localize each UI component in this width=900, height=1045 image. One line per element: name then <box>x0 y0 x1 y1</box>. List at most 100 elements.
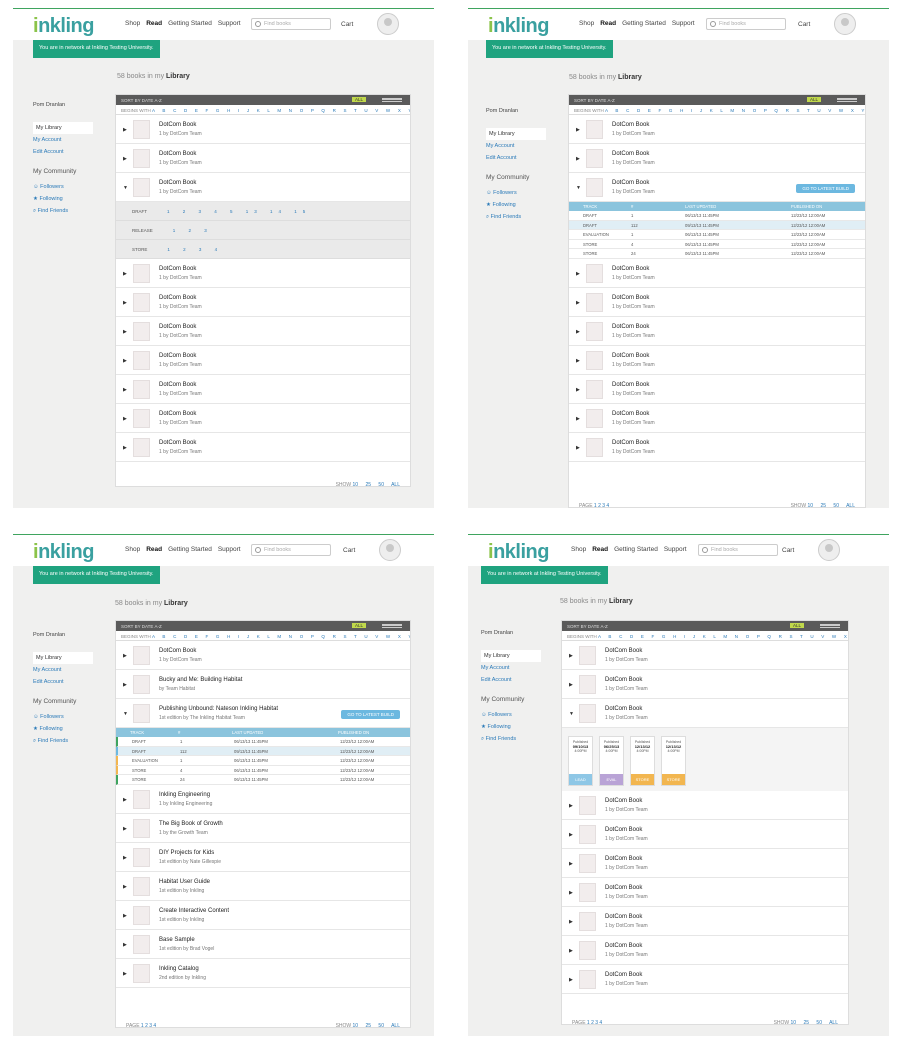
nav-link-getting-started[interactable]: Getting Started <box>614 546 658 553</box>
table-row[interactable]: DRAFT 112 09/13/13 11:45PM 12/23/12 12:00AM <box>116 746 410 756</box>
inkling-logo[interactable]: inkling <box>488 541 549 564</box>
book-title[interactable]: DotCom Book <box>612 411 649 417</box>
book-row[interactable]: ▶ DotCom Book 1 by DotCom Team <box>569 115 865 144</box>
nav-link-getting-started[interactable]: Getting Started <box>168 546 212 553</box>
user-avatar[interactable] <box>834 13 856 35</box>
sidebar-item-my-account[interactable]: My Account <box>481 662 541 674</box>
expand-arrow-icon[interactable]: ▶ <box>569 861 573 867</box>
community-link-find-friends[interactable]: ⌕ Find Friends <box>33 205 93 218</box>
expand-arrow-icon[interactable]: ▶ <box>576 358 580 364</box>
book-title[interactable]: DotCom Book <box>612 122 649 128</box>
expand-arrow-icon[interactable]: ▶ <box>123 971 127 977</box>
sidebar-item-my-library[interactable]: My Library <box>33 122 93 134</box>
nav-link-read[interactable]: Read <box>600 20 616 27</box>
book-row[interactable]: ▶ DotCom Book 1 by DotCom Team <box>562 670 848 699</box>
book-title[interactable]: The Big Book of Growth <box>159 821 223 827</box>
book-title[interactable]: DotCom Book <box>605 885 642 891</box>
book-row[interactable]: ▼ Publishing Unbound: Nateson Inkling Hab… <box>116 699 410 728</box>
sidebar-item-my-library[interactable]: My Library <box>481 650 541 662</box>
sidebar-item-edit-account[interactable]: Edit Account <box>481 674 541 686</box>
community-link-followers[interactable]: ☺ Followers <box>33 711 93 723</box>
cart-link[interactable]: Cart <box>341 21 353 28</box>
book-row[interactable]: ▶ DotCom Book 1 by DotCom Team <box>569 317 865 346</box>
page-size-options[interactable]: 10 25 50 ALL <box>808 503 855 508</box>
community-link-following[interactable]: ★ Following <box>33 723 93 735</box>
filter-toggle[interactable]: ALL <box>789 623 804 628</box>
expand-arrow-icon[interactable]: ▶ <box>576 271 580 277</box>
expand-arrow-icon[interactable]: ▶ <box>576 416 580 422</box>
table-row[interactable]: DRAFT 1 06/13/13 11:45PM 12/23/12 12:00AM <box>569 211 865 221</box>
book-row[interactable]: ▶ DotCom Book 1 by DotCom Team <box>116 641 410 670</box>
view-toggle-icon[interactable] <box>382 624 402 628</box>
expand-arrow-icon[interactable]: ▶ <box>576 387 580 393</box>
book-row[interactable]: ▶ DotCom Book 1 by DotCom Team <box>569 375 865 404</box>
book-title[interactable]: DotCom Book <box>612 440 649 446</box>
community-link-followers[interactable]: ☺ Followers <box>33 181 93 193</box>
expand-arrow-icon[interactable]: ▶ <box>123 855 127 861</box>
sort-az[interactable]: A-Z <box>607 98 614 103</box>
collapse-arrow-icon[interactable]: ▼ <box>123 711 128 717</box>
community-link-find-friends[interactable]: ⌕ Find Friends <box>33 735 93 748</box>
sort-az[interactable]: A-Z <box>154 98 161 103</box>
collapse-arrow-icon[interactable]: ▼ <box>569 711 574 717</box>
filter-toggle[interactable]: ALL <box>351 623 366 628</box>
book-title[interactable]: DotCom Book <box>605 798 642 804</box>
sort-date[interactable]: DATE <box>588 624 601 629</box>
book-title[interactable]: DotCom Book <box>612 324 649 330</box>
go-to-latest-build-button[interactable]: GO TO LATEST BUILD <box>341 710 400 719</box>
alpha-letters[interactable]: A B C D E F G H I J K L M N O P Q R S T … <box>152 108 410 113</box>
track-builds[interactable]: 1 2 3 4 5 13 14 15 <box>167 209 311 214</box>
nav-link-read[interactable]: Read <box>146 20 162 27</box>
table-row[interactable]: STORE 24 06/13/13 11:45PM 12/23/12 12:00AM <box>569 249 865 259</box>
view-toggle-icon[interactable] <box>382 98 402 102</box>
book-row[interactable]: ▶ DotCom Book 1 by DotCom Team <box>562 907 848 936</box>
table-row[interactable]: EVALUATION 1 06/13/13 11:45PM 12/23/12 12:0… <box>116 756 410 766</box>
nav-link-read[interactable]: Read <box>146 546 162 553</box>
book-title[interactable]: DotCom Book <box>605 943 642 949</box>
book-row[interactable]: ▶ DotCom Book 1 by DotCom Team <box>116 404 410 433</box>
book-row[interactable]: ▶ Habitat User Guide 1st edition by Inklin… <box>116 872 410 901</box>
cart-link[interactable]: Cart <box>782 547 794 554</box>
sidebar-item-my-account[interactable]: My Account <box>33 134 93 146</box>
community-link-followers[interactable]: ☺ Followers <box>481 709 541 721</box>
expand-arrow-icon[interactable]: ▶ <box>123 653 127 659</box>
book-title[interactable]: Create Interactive Content <box>159 908 229 914</box>
book-title[interactable]: Bucky and Me: Building Habitat <box>159 677 242 683</box>
book-row[interactable]: ▶ DotCom Book 1 by DotCom Team <box>562 820 848 849</box>
sidebar-item-my-account[interactable]: My Account <box>486 140 546 152</box>
book-row[interactable]: ▶ DotCom Book 1 by DotCom Team <box>569 144 865 173</box>
book-row[interactable]: ▶ DotCom Book 1 by DotCom Team <box>116 317 410 346</box>
expand-arrow-icon[interactable]: ▶ <box>123 329 127 335</box>
sidebar-item-edit-account[interactable]: Edit Account <box>33 146 93 158</box>
sidebar-item-edit-account[interactable]: Edit Account <box>486 152 546 164</box>
book-title[interactable]: DotCom Book <box>605 706 642 712</box>
expand-arrow-icon[interactable]: ▶ <box>569 890 573 896</box>
book-title[interactable]: Habitat User Guide <box>159 879 210 885</box>
book-row[interactable]: ▶ DIY Projects for Kids 1st edition by Nat… <box>116 843 410 872</box>
table-row[interactable]: STORE 24 06/13/13 11:45PM 12/23/12 12:00AM <box>116 775 410 785</box>
book-row[interactable]: ▶ DotCom Book 1 by DotCom Team <box>116 346 410 375</box>
sort-az[interactable]: A-Z <box>600 624 607 629</box>
table-row[interactable]: STORE 4 06/13/13 11:45PM 12/23/12 12:00AM <box>569 240 865 249</box>
book-row[interactable]: ▶ Inkling Engineering 1 by Inkling Enginee… <box>116 785 410 814</box>
book-title[interactable]: DotCom Book <box>605 856 642 862</box>
expand-arrow-icon[interactable]: ▶ <box>123 826 127 832</box>
book-title[interactable]: DotCom Book <box>159 295 196 301</box>
book-row[interactable]: ▶ DotCom Book 1 by DotCom Team <box>569 346 865 375</box>
expand-arrow-icon[interactable]: ▶ <box>123 156 127 162</box>
book-row[interactable]: ▼ DotCom Book 1 by DotCom Team <box>562 699 848 728</box>
user-avatar[interactable] <box>377 13 399 35</box>
go-to-latest-build-button[interactable]: GO TO LATEST BUILD <box>796 184 855 193</box>
sort-date[interactable]: DATE <box>142 624 155 629</box>
inkling-logo[interactable]: inkling <box>33 541 94 564</box>
community-link-following[interactable]: ★ Following <box>481 721 541 733</box>
book-row[interactable]: ▶ DotCom Book 1 by DotCom Team <box>562 878 848 907</box>
book-title[interactable]: DotCom Book <box>605 914 642 920</box>
search-input[interactable]: Find books <box>251 544 331 556</box>
expand-arrow-icon[interactable]: ▶ <box>569 977 573 983</box>
book-row[interactable]: ▶ Inkling Catalog 2nd edition by Inkling <box>116 959 410 988</box>
book-title[interactable]: DotCom Book <box>159 353 196 359</box>
filter-toggle[interactable]: ALL <box>806 97 821 102</box>
expand-arrow-icon[interactable]: ▶ <box>576 445 580 451</box>
book-row[interactable]: ▶ DotCom Book 1 by DotCom Team <box>569 259 865 288</box>
